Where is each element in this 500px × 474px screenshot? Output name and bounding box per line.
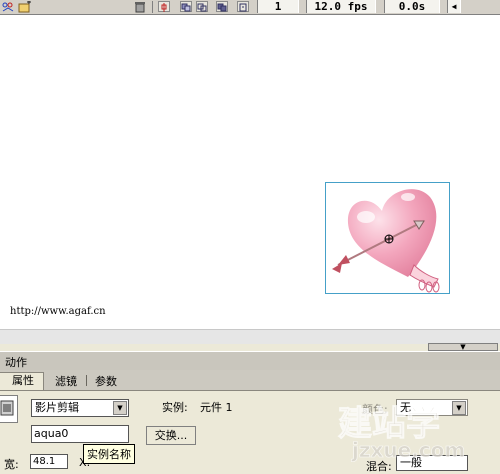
chevron-down-icon[interactable]: ▼ — [113, 401, 127, 415]
onion-skin-icon[interactable] — [2, 1, 14, 13]
instance-of-value: 元件 1 — [200, 401, 233, 414]
width-label: 宽: — [4, 458, 19, 471]
selected-symbol-instance[interactable] — [325, 182, 450, 294]
add-layer-folder-icon[interactable] — [18, 0, 32, 13]
stage-url-text: http://www.agaf.cn — [10, 306, 106, 317]
onion-outlines-icon[interactable] — [196, 1, 208, 12]
onion-skin-button-icon[interactable] — [180, 1, 192, 12]
instance-name-tooltip: 实例名称 — [83, 444, 135, 464]
collapse-panel-button[interactable]: ▼ — [428, 343, 498, 351]
heart-arrow-graphic — [332, 189, 440, 293]
actions-panel-title: 动作 — [5, 356, 27, 369]
elapsed-time-field[interactable]: 0.0s — [384, 0, 440, 13]
toolbar-separator — [152, 1, 153, 13]
movie-clip-icon — [0, 395, 18, 423]
actions-panel-header[interactable]: 动作 — [0, 351, 500, 371]
properties-tabs: 属性 滤镜 参数 — [0, 370, 500, 391]
svg-text:jzxue.com: jzxue.com — [351, 438, 465, 462]
stage-bottom-strip — [0, 329, 500, 344]
width-field[interactable]: 48.1 — [30, 454, 68, 469]
scroll-left-button[interactable]: ◀ — [447, 0, 461, 13]
symbol-type-value: 影片剪辑 — [35, 401, 79, 414]
tab-parameters[interactable]: 参数 — [95, 373, 117, 389]
frame-rate-field[interactable]: 12.0 fps — [306, 0, 376, 13]
modify-onion-markers-icon[interactable] — [237, 1, 249, 12]
symbol-type-select[interactable]: 影片剪辑 ▼ — [31, 399, 129, 417]
instance-name-input[interactable]: aqua0 — [31, 425, 129, 443]
swap-button[interactable]: 交换... — [146, 426, 196, 445]
instance-label: 实例: — [162, 401, 188, 414]
tab-properties[interactable]: 属性 — [0, 372, 44, 390]
center-frame-icon[interactable] — [158, 1, 170, 12]
trash-icon[interactable] — [134, 1, 146, 13]
stage-canvas[interactable]: http://www.agaf.cn — [0, 15, 500, 329]
watermark-logo: 建站学 jzxue.com — [330, 395, 500, 466]
edit-multiple-frames-icon[interactable] — [216, 1, 228, 12]
tab-separator — [86, 375, 87, 386]
tab-filters[interactable]: 滤镜 — [55, 373, 77, 389]
current-frame-field[interactable]: 1 — [257, 0, 299, 13]
timeline-toolbar: 1 12.0 fps 0.0s ◀ — [0, 0, 500, 15]
